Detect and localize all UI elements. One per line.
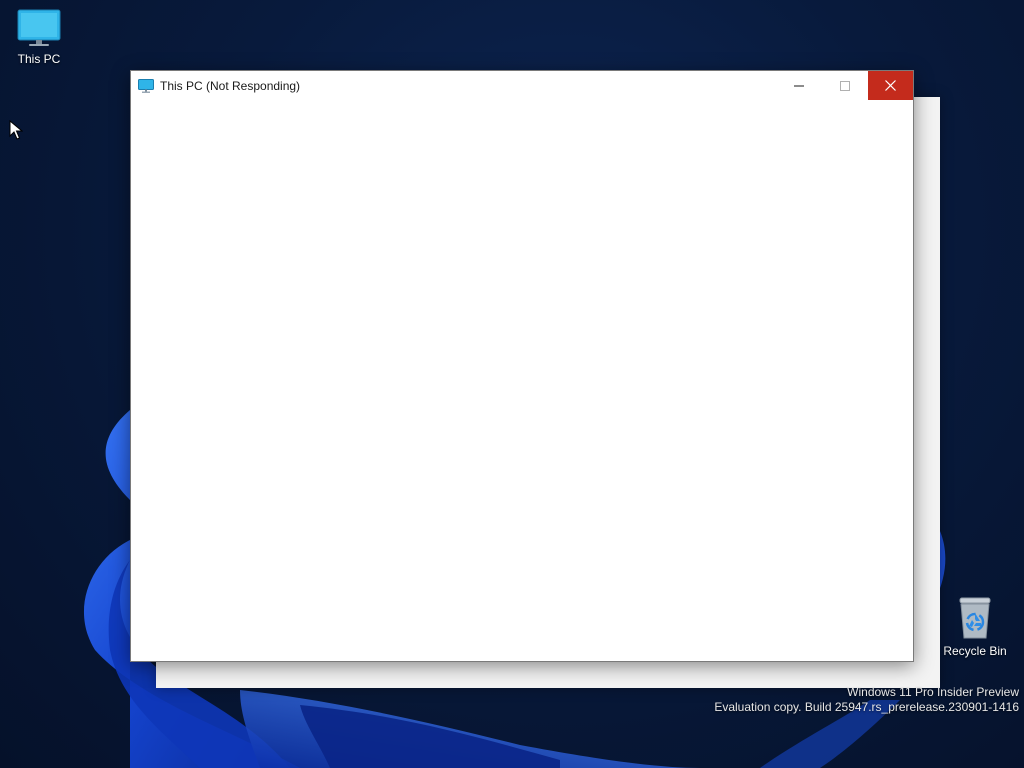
evaluation-watermark: Windows 11 Pro Insider Preview Evaluatio…	[714, 685, 1019, 715]
minimize-button[interactable]	[776, 71, 821, 100]
desktop-icon-recycle-bin[interactable]: Recycle Bin	[937, 596, 1013, 659]
window-content-area	[131, 101, 913, 661]
close-button[interactable]	[868, 71, 913, 100]
monitor-icon	[138, 79, 154, 93]
recycle-bin-icon	[959, 597, 991, 639]
mouse-pointer-icon	[9, 120, 23, 140]
bloom-petal-bottom-dark	[300, 705, 560, 768]
title-bar[interactable]: This PC (Not Responding)	[131, 71, 913, 101]
maximize-icon	[839, 80, 850, 91]
desktop-icon-label: Recycle Bin	[943, 644, 1007, 658]
maximize-button[interactable]	[822, 71, 867, 100]
minimize-icon	[793, 85, 804, 86]
desktop-icon-label: This PC	[17, 52, 61, 66]
desktop: This PC Recycle Bin This PC (Not Respond…	[0, 0, 1024, 768]
window-title: This PC (Not Responding)	[160, 79, 301, 93]
watermark-line-build: Evaluation copy. Build 25947.rs_prerelea…	[714, 700, 1019, 714]
close-icon	[885, 80, 896, 91]
monitor-icon	[17, 9, 61, 46]
explorer-window[interactable]: This PC (Not Responding)	[130, 70, 914, 662]
watermark-line-edition: Windows 11 Pro Insider Preview	[847, 685, 1019, 699]
desktop-icon-this-pc[interactable]: This PC	[1, 8, 77, 67]
